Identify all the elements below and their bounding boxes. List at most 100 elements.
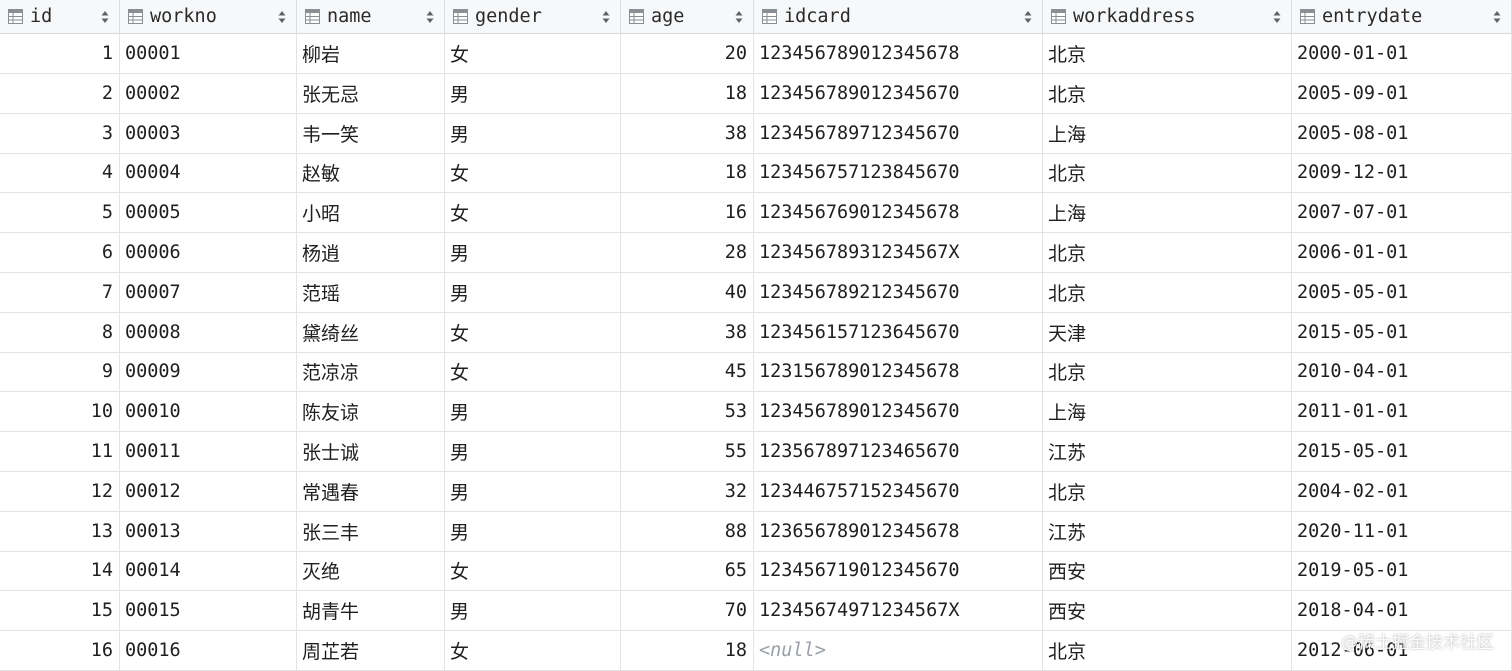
cell-id[interactable]: 6 [0, 233, 120, 272]
cell-gender[interactable]: 男 [445, 113, 621, 153]
cell-idcard[interactable]: 123456789712345670 [754, 113, 1043, 153]
cell-gender[interactable]: 女 [445, 551, 621, 591]
table-row[interactable]: 9 00009 范凉凉 女 45 123156789012345678 北京 2010-04-… [0, 352, 1512, 393]
cell-gender[interactable]: 女 [445, 34, 621, 73]
cell-entrydate[interactable]: 2019-05-01 [1292, 551, 1512, 591]
cell-id[interactable]: 16 [0, 631, 120, 670]
table-row[interactable]: 15 00015 胡青牛 男 70 12345674971234567X 西安 2018-04… [0, 591, 1512, 632]
cell-idcard[interactable]: 123446757152345670 [754, 471, 1043, 511]
cell-id[interactable]: 3 [0, 113, 120, 153]
cell-entrydate[interactable]: 2011-01-01 [1292, 392, 1512, 432]
cell-workaddress[interactable]: 北京 [1043, 34, 1292, 73]
cell-idcard[interactable]: 123456769012345678 [754, 193, 1043, 233]
sort-arrows-icon[interactable] [602, 10, 610, 24]
cell-id[interactable]: 8 [0, 312, 120, 352]
table-row[interactable]: 7 00007 范瑶 男 40 123456789212345670 北京 2005-05-0… [0, 272, 1512, 313]
cell-id[interactable]: 5 [0, 193, 120, 233]
cell-entrydate[interactable]: 2010-04-01 [1292, 352, 1512, 392]
cell-age[interactable]: 18 [621, 73, 754, 113]
cell-gender[interactable]: 女 [445, 153, 621, 193]
cell-idcard[interactable]: 12345674971234567X [754, 591, 1043, 631]
cell-name[interactable]: 范瑶 [297, 272, 445, 312]
cell-gender[interactable]: 女 [445, 193, 621, 233]
cell-entrydate[interactable]: 2007-07-01 [1292, 193, 1512, 233]
cell-workaddress[interactable]: 西安 [1043, 591, 1292, 631]
cell-age[interactable]: 40 [621, 272, 754, 312]
cell-age[interactable]: 53 [621, 392, 754, 432]
cell-id[interactable]: 2 [0, 73, 120, 113]
table-row[interactable]: 12 00012 常遇春 男 32 123446757152345670 北京 2004-02… [0, 471, 1512, 512]
cell-workaddress[interactable]: 北京 [1043, 352, 1292, 392]
cell-age[interactable]: 45 [621, 352, 754, 392]
cell-workaddress[interactable]: 北京 [1043, 73, 1292, 113]
cell-gender[interactable]: 女 [445, 352, 621, 392]
column-header-entrydate[interactable]: entrydate [1292, 0, 1512, 33]
cell-workno[interactable]: 00015 [120, 591, 297, 631]
cell-entrydate[interactable]: 2005-08-01 [1292, 113, 1512, 153]
column-header-workaddress[interactable]: workaddress [1043, 0, 1292, 33]
cell-age[interactable]: 38 [621, 312, 754, 352]
cell-workno[interactable]: 00012 [120, 471, 297, 511]
cell-workno[interactable]: 00005 [120, 193, 297, 233]
cell-entrydate[interactable]: 2000-01-01 [1292, 34, 1512, 73]
table-row[interactable]: 14 00014 灭绝 女 65 123456719012345670 西安 2019-05-… [0, 551, 1512, 592]
cell-idcard[interactable]: 123456789012345670 [754, 73, 1043, 113]
cell-idcard[interactable]: 123656789012345678 [754, 511, 1043, 551]
cell-workaddress[interactable]: 北京 [1043, 153, 1292, 193]
cell-name[interactable]: 张三丰 [297, 511, 445, 551]
cell-id[interactable]: 4 [0, 153, 120, 193]
cell-workno[interactable]: 00007 [120, 272, 297, 312]
cell-workno[interactable]: 00009 [120, 352, 297, 392]
cell-age[interactable]: 55 [621, 432, 754, 471]
column-header-gender[interactable]: gender [445, 0, 621, 33]
cell-gender[interactable]: 男 [445, 392, 621, 432]
cell-workno[interactable]: 00016 [120, 631, 297, 670]
cell-workaddress[interactable]: 上海 [1043, 193, 1292, 233]
table-row[interactable]: 1 00001 柳岩 女 20 123456789012345678 北京 2000-01-0… [0, 34, 1512, 74]
cell-workaddress[interactable]: 江苏 [1043, 432, 1292, 471]
cell-idcard[interactable]: 123456789212345670 [754, 272, 1043, 312]
cell-name[interactable]: 张士诚 [297, 432, 445, 471]
cell-workaddress[interactable]: 西安 [1043, 551, 1292, 591]
table-row[interactable]: 3 00003 韦一笑 男 38 123456789712345670 上海 2005-08-… [0, 113, 1512, 154]
cell-name[interactable]: 周芷若 [297, 631, 445, 670]
cell-id[interactable]: 11 [0, 432, 120, 471]
cell-gender[interactable]: 男 [445, 591, 621, 631]
cell-workno[interactable]: 00006 [120, 233, 297, 272]
cell-entrydate[interactable]: 2015-05-01 [1292, 432, 1512, 471]
cell-workaddress[interactable]: 天津 [1043, 312, 1292, 352]
cell-name[interactable]: 张无忌 [297, 73, 445, 113]
cell-name[interactable]: 柳岩 [297, 34, 445, 73]
cell-id[interactable]: 10 [0, 392, 120, 432]
cell-entrydate[interactable]: 2006-01-01 [1292, 233, 1512, 272]
cell-workaddress[interactable]: 上海 [1043, 392, 1292, 432]
column-header-workno[interactable]: workno [120, 0, 297, 33]
cell-age[interactable]: 38 [621, 113, 754, 153]
cell-age[interactable]: 32 [621, 471, 754, 511]
cell-gender[interactable]: 女 [445, 312, 621, 352]
cell-name[interactable]: 小昭 [297, 193, 445, 233]
cell-id[interactable]: 13 [0, 511, 120, 551]
cell-entrydate[interactable]: 2018-04-01 [1292, 591, 1512, 631]
cell-gender[interactable]: 男 [445, 432, 621, 471]
cell-idcard[interactable]: 123456719012345670 [754, 551, 1043, 591]
cell-idcard[interactable]: 123456789012345670 [754, 392, 1043, 432]
sort-arrows-icon[interactable] [735, 10, 743, 24]
cell-entrydate[interactable]: 2012-06-01 [1292, 631, 1512, 670]
cell-workno[interactable]: 00003 [120, 113, 297, 153]
sort-arrows-icon[interactable] [278, 10, 286, 24]
cell-workno[interactable]: 00014 [120, 551, 297, 591]
table-row[interactable]: 10 00010 陈友谅 男 53 123456789012345670 上海 2011-01… [0, 392, 1512, 433]
cell-name[interactable]: 胡青牛 [297, 591, 445, 631]
cell-gender[interactable]: 男 [445, 233, 621, 272]
cell-workno[interactable]: 00001 [120, 34, 297, 73]
cell-age[interactable]: 20 [621, 34, 754, 73]
cell-age[interactable]: 28 [621, 233, 754, 272]
cell-entrydate[interactable]: 2009-12-01 [1292, 153, 1512, 193]
cell-idcard[interactable]: 123456157123645670 [754, 312, 1043, 352]
cell-name[interactable]: 黛绮丝 [297, 312, 445, 352]
cell-name[interactable]: 韦一笑 [297, 113, 445, 153]
cell-name[interactable]: 陈友谅 [297, 392, 445, 432]
cell-name[interactable]: 杨逍 [297, 233, 445, 272]
cell-workno[interactable]: 00010 [120, 392, 297, 432]
